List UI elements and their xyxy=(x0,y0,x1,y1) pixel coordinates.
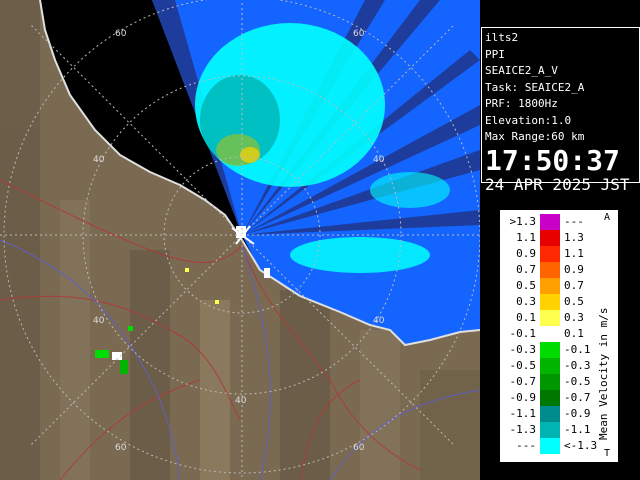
legend-row: -0.3 -0.1 xyxy=(500,342,604,358)
ring-label: 60 xyxy=(115,443,127,453)
legend-upper-bound: --- xyxy=(564,215,584,228)
legend-color-swatch xyxy=(540,294,560,310)
scan-name: SEAICE2_A_V xyxy=(485,64,558,77)
legend-row: -1.3 -1.1 xyxy=(500,422,604,438)
legend-lower-bound: --- xyxy=(516,439,536,452)
observation-time: 17:50:37 xyxy=(485,143,620,177)
legend-upper-bound: 1.1 xyxy=(564,247,584,260)
ring-label: 40 xyxy=(93,155,105,165)
ring-label: 60 xyxy=(353,443,365,453)
site-name: ilts2 xyxy=(485,31,519,44)
legend-lower-bound: 0.7 xyxy=(516,263,536,276)
legend-upper-bound: -0.7 xyxy=(564,391,591,404)
legend-color-swatch xyxy=(540,374,560,390)
observation-date: 24 APR 2025 JST xyxy=(485,174,630,194)
legend-upper-bound: 0.9 xyxy=(564,263,584,276)
legend-upper-bound: -0.5 xyxy=(564,375,591,388)
legend-upper-bound: 0.5 xyxy=(564,295,584,308)
radar-ppi-map[interactable]: 60 60 40 40 40 40 40 60 60 xyxy=(0,0,480,480)
ring-label: 40 xyxy=(235,396,247,406)
task-name: Task: SEAICE2_A xyxy=(485,80,585,94)
legend-upper-bound: 0.3 xyxy=(564,311,584,324)
legend-title: Mean Velocity in m/s xyxy=(597,307,610,440)
legend-row: 0.9 1.1 xyxy=(500,246,604,262)
legend-color-swatch xyxy=(540,310,560,326)
legend-color-swatch xyxy=(540,422,560,438)
legend-color-swatch xyxy=(540,214,560,230)
legend-row: -0.9 -0.7 xyxy=(500,390,604,406)
legend-color-swatch xyxy=(540,278,560,294)
legend-top-marker: A xyxy=(604,212,611,223)
legend-lower-bound: 0.9 xyxy=(516,247,536,260)
legend-lower-bound: -0.5 xyxy=(509,359,537,372)
legend-upper-bound: 0.1 xyxy=(564,327,584,340)
ring-label: 40 xyxy=(373,155,385,165)
legend-color-swatch xyxy=(540,390,560,406)
legend-upper-bound: -0.1 xyxy=(564,343,591,356)
legend-lower-bound: -0.9 xyxy=(509,391,537,404)
legend-row: -0.1 0.1 xyxy=(500,326,604,342)
legend-lower-bound: -0.7 xyxy=(509,375,537,388)
prf-value: PRF: 1800Hz xyxy=(485,97,558,110)
legend-row: -1.1 -0.9 xyxy=(500,406,604,422)
legend-color-swatch xyxy=(540,326,560,342)
legend-color-swatch xyxy=(540,438,560,454)
legend-row: >1.3 --- xyxy=(500,214,604,230)
legend-row: -0.7 -0.5 xyxy=(500,374,604,390)
legend-color-swatch xyxy=(540,262,560,278)
legend-row: 0.3 0.5 xyxy=(500,294,604,310)
ring-label: 40 xyxy=(373,316,385,326)
legend-color-swatch xyxy=(540,342,560,358)
legend-upper-bound: 0.7 xyxy=(564,279,584,292)
legend-row: --- <-1.3 xyxy=(500,438,604,454)
legend-row: 0.1 0.3 xyxy=(500,310,604,326)
legend-lower-bound: -1.1 xyxy=(509,407,537,420)
legend-lower-bound: -0.3 xyxy=(509,343,537,356)
legend-color-swatch xyxy=(540,230,560,246)
ring-label: 60 xyxy=(353,29,365,39)
legend-lower-bound: 0.3 xyxy=(516,295,536,308)
legend-row: 0.5 0.7 xyxy=(500,278,604,294)
ring-label: 40 xyxy=(93,316,105,326)
legend-upper-bound: -0.3 xyxy=(564,359,591,372)
info-panel: ilts2 PPI SEAICE2_A_V Task: SEAICE2_A PR… xyxy=(481,27,640,193)
legend-color-swatch xyxy=(540,406,560,422)
velocity-legend: >1.3 --- 1.1 1.3 0.9 1.1 0.7 0.9 0.5 0.7 0.3 0.5 0.1… xyxy=(500,210,618,462)
legend-row: 0.7 0.9 xyxy=(500,262,604,278)
legend-row: 1.1 1.3 xyxy=(500,230,604,246)
legend-lower-bound: 1.1 xyxy=(516,231,536,244)
ring-label: 60 xyxy=(115,29,127,39)
elevation-value: Elevation:1.0 xyxy=(485,113,572,127)
legend-bottom-marker: T xyxy=(604,448,611,459)
legend-lower-bound: 0.1 xyxy=(516,311,536,324)
legend-upper-bound: -1.1 xyxy=(564,423,591,436)
legend-row: -0.5 -0.3 xyxy=(500,358,604,374)
legend-lower-bound: 0.5 xyxy=(516,279,536,292)
legend-color-swatch xyxy=(540,358,560,374)
product-type: PPI xyxy=(485,47,505,61)
legend-lower-bound: -1.3 xyxy=(509,423,537,436)
legend-color-swatch xyxy=(540,246,560,262)
legend-upper-bound: -0.9 xyxy=(564,407,591,420)
legend-upper-bound: <-1.3 xyxy=(564,439,598,452)
legend-lower-bound: >1.3 xyxy=(509,215,537,228)
legend-upper-bound: 1.3 xyxy=(564,231,584,244)
legend-lower-bound: -0.1 xyxy=(509,327,537,340)
